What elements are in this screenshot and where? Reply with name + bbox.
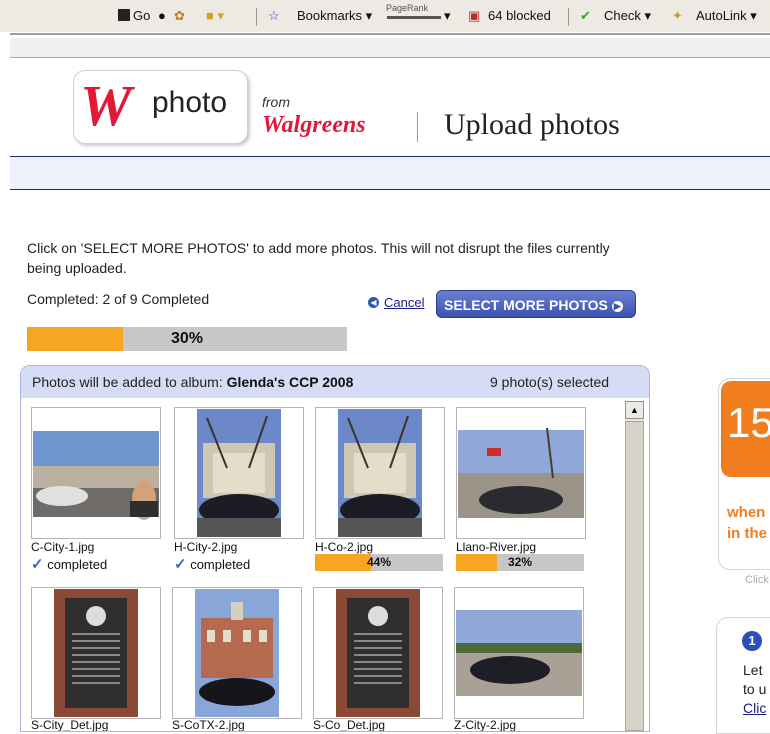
promo-card[interactable]: 15 when in the	[718, 378, 770, 570]
browser-tab-strip	[10, 38, 770, 58]
extension-icon[interactable]: ●	[158, 8, 166, 23]
info-text: Let	[743, 662, 763, 678]
dropdown-icon	[118, 9, 130, 21]
nav-border	[10, 189, 770, 190]
photo-image	[197, 409, 281, 537]
overall-progress-label: 30%	[170, 330, 204, 347]
photo-progress-label: 44%	[366, 555, 392, 569]
photo-image	[54, 589, 138, 717]
completed-status: Completed: 2 of 9 Completed	[27, 291, 210, 307]
pagerank-dropdown-icon[interactable]: ▾	[444, 8, 451, 24]
spellcheck-icon: ✔	[580, 8, 591, 23]
logo-photo-text: photo	[152, 86, 228, 119]
album-prefix: Photos will be added to album:	[32, 374, 223, 390]
photo-status: ✓ completed	[31, 556, 108, 573]
popup-blocker-icon: ▣	[468, 8, 481, 23]
photo-filename: Llano-River.jpg	[456, 540, 537, 554]
photo-filename: H-City-2.jpg	[174, 540, 238, 554]
select-more-label: SELECT MORE PHOTOS	[444, 297, 608, 313]
autolink-button[interactable]: AutoLink ▾	[696, 8, 757, 24]
pagerank-meter[interactable]: PageRank	[386, 3, 428, 13]
checkmark-icon: ✓	[174, 556, 187, 573]
go-button[interactable]: Go	[118, 8, 150, 23]
scroll-up-arrow-icon[interactable]: ▲	[625, 401, 644, 419]
photo-image	[338, 409, 422, 537]
photo-progress-label: 32%	[507, 555, 533, 569]
popup-blocked-count[interactable]: 64 blocked	[488, 8, 551, 23]
photo-thumbnail[interactable]	[31, 587, 161, 719]
promo-text: when	[727, 504, 766, 521]
photo-image	[456, 610, 582, 696]
photo-status: ✓ completed	[174, 556, 251, 573]
album-name: Glenda's CCP 2008	[226, 374, 354, 390]
cancel-arrow-icon[interactable]: ◀	[368, 297, 379, 308]
check-button[interactable]: Check ▾	[604, 8, 651, 24]
photo-progress-bar: 32%	[456, 554, 584, 571]
photo-thumbnail[interactable]	[454, 587, 584, 719]
arrow-right-icon: ▶	[611, 301, 623, 312]
photo-thumbnail[interactable]	[456, 407, 586, 539]
toolbar-divider	[256, 8, 257, 26]
photo-progress-bar: 44%	[315, 554, 443, 571]
photo-filename: H-Co-2.jpg	[315, 540, 374, 554]
autolink-icon: ✦	[672, 8, 683, 23]
album-panel-header: Photos will be added to album: Glenda's …	[21, 366, 649, 398]
album-destination: Photos will be added to album: Glenda's …	[32, 374, 353, 390]
scrollbar-thumb[interactable]	[625, 421, 644, 731]
from-label: from	[262, 94, 290, 110]
photo-thumbnail[interactable]	[174, 407, 304, 539]
album-panel: Photos will be added to album: Glenda's …	[20, 365, 650, 732]
overall-progress-bar: 30%	[27, 327, 347, 351]
info-link[interactable]: Clic	[743, 700, 766, 716]
browser-toolbar: Go ● ✿ ■ ▾ ☆ Bookmarks ▾ PageRank ▾ ▣ 64…	[0, 0, 770, 32]
bookmarks-menu[interactable]: Bookmarks ▾	[297, 8, 372, 24]
toolbar-divider-line	[10, 57, 770, 58]
photo-image	[195, 589, 279, 717]
info-text: to u	[743, 681, 767, 697]
photo-thumbnail[interactable]	[31, 407, 161, 539]
promo-click-link[interactable]: Click	[745, 574, 769, 586]
select-more-photos-button[interactable]: SELECT MORE PHOTOS ▶	[436, 290, 636, 318]
promo-number: 15	[727, 399, 770, 446]
page-title: Upload photos	[444, 108, 620, 141]
logo-w-mark: W	[80, 73, 132, 138]
promo-text: in the	[727, 525, 767, 542]
nav-bar	[10, 157, 770, 189]
photo-thumbnail[interactable]	[313, 587, 443, 719]
walgreens-brand: Walgreens	[262, 112, 366, 138]
header-divider	[417, 112, 418, 142]
photo-image	[33, 431, 159, 520]
toolbar-folder-icon[interactable]: ■ ▾	[206, 8, 224, 24]
toolbar-divider	[568, 8, 569, 26]
checkmark-icon: ✓	[31, 556, 44, 573]
firefox-icon[interactable]: ✿	[174, 8, 185, 24]
pagerank-bar	[387, 16, 441, 19]
upload-instructions: Click on 'SELECT MORE PHOTOS' to add mor…	[27, 240, 610, 276]
photo-thumbnail[interactable]	[315, 407, 445, 539]
cancel-link[interactable]: Cancel	[384, 295, 424, 310]
photo-count: 9 photo(s) selected	[490, 374, 610, 390]
bookmarks-star-icon: ☆	[268, 8, 280, 23]
photo-thumbnail[interactable]	[172, 587, 302, 719]
photo-filename: C-City-1.jpg	[31, 540, 95, 554]
toolbar-divider-line	[10, 33, 770, 35]
photo-image	[458, 427, 584, 518]
photo-image	[336, 589, 420, 717]
step-number-icon: 1	[742, 631, 762, 651]
